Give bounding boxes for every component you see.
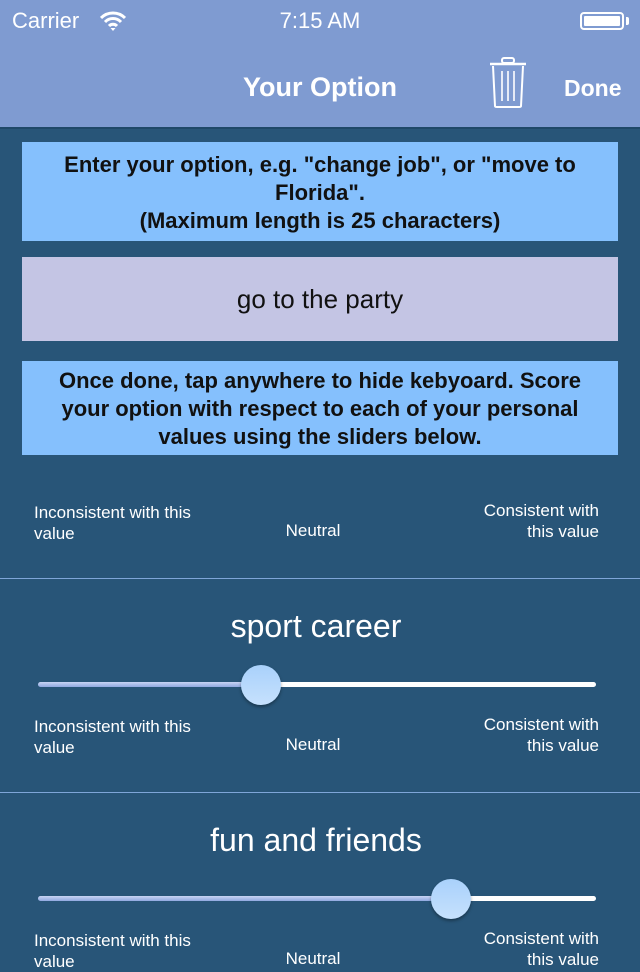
battery-fill [584, 16, 620, 26]
scale-label-consistent: Consistent with this value [483, 929, 599, 969]
scale-label-consistent: Consistent with this value [483, 715, 599, 755]
value-title: sport career [230, 608, 402, 644]
nav-divider [0, 127, 640, 129]
navigation-bar: Carrier 7:15 AM Your Option Done [0, 0, 640, 127]
battery-tip [626, 17, 629, 25]
slider-track-min [38, 896, 451, 901]
clock: 7:15 AM [279, 8, 361, 33]
slider-thumb[interactable] [430, 879, 471, 919]
battery-icon [580, 12, 624, 30]
section-divider [0, 792, 640, 793]
slider-thumb[interactable] [241, 665, 282, 705]
slider-track-min [38, 682, 262, 687]
value-title: fun and friends [210, 822, 422, 858]
trash-icon[interactable] [488, 57, 528, 109]
page-title: Your Option [243, 72, 397, 102]
option-input[interactable] [22, 257, 618, 341]
scale-label-consistent: Consistent with this value [483, 501, 599, 541]
value-slider[interactable] [38, 665, 596, 705]
slider-track-max [261, 682, 596, 687]
instructions-top-line2: (Maximum length is 25 characters) [139, 208, 501, 233]
instructions-bottom: Once done, tap anywhere to hide kebyoard… [22, 361, 618, 455]
slider-track-max [450, 896, 596, 901]
instructions-top-line1: Enter your option, e.g. "change job", or… [64, 152, 576, 205]
done-button[interactable]: Done [564, 72, 622, 104]
section-divider [0, 578, 640, 579]
instructions-top: Enter your option, e.g. "change job", or… [22, 142, 618, 241]
value-slider[interactable] [38, 879, 596, 919]
